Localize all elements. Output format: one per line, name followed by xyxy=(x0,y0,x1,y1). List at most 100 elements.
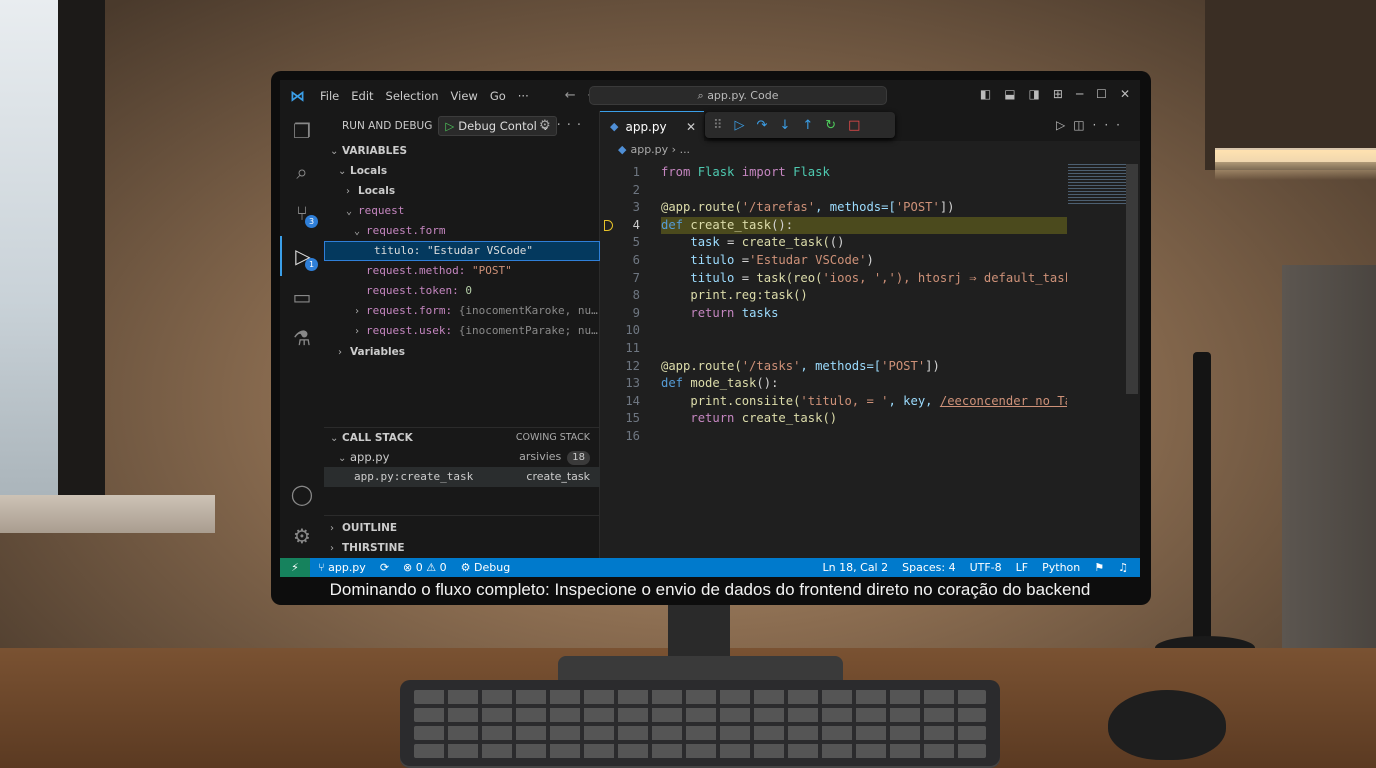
status-encoding[interactable]: UTF-8 xyxy=(970,558,1002,577)
run-file-icon[interactable]: ▷ xyxy=(1056,118,1073,132)
chevron-right-icon: › xyxy=(330,523,334,534)
call-stack-frame[interactable]: app.py:create_task create_task xyxy=(324,467,600,487)
status-bar: ⚡ ⑂ app.py ⟳ ⊗ 0 ⚠ 0 ⚙ Debug Ln 18, Cal … xyxy=(280,558,1140,577)
code-line: 15 return create_task() xyxy=(625,411,838,426)
customize-layout-icon[interactable]: ⊞ xyxy=(1053,87,1063,101)
thread-count-badge: 18 xyxy=(567,451,590,465)
code-line: 10 xyxy=(625,323,640,338)
code-editor[interactable]: 1 from Flask import Flask 2 3 @app.route('… xyxy=(600,164,1140,558)
more-actions-icon[interactable]: ··· xyxy=(1093,118,1128,132)
close-window-icon[interactable]: ✕ xyxy=(1120,87,1130,101)
menu-view[interactable]: View xyxy=(451,89,478,103)
status-branch[interactable]: ⑂ app.py xyxy=(318,558,366,577)
remote-explorer-icon[interactable]: ▭ xyxy=(280,277,324,317)
code-line: 8 print.reg:task() xyxy=(632,288,808,303)
settings-gear-icon[interactable]: ⚙ xyxy=(280,516,324,556)
status-debug[interactable]: ⚙ Debug xyxy=(461,558,511,577)
gear-icon[interactable]: ⚙ xyxy=(539,118,557,133)
toggle-panel-icon[interactable]: ⬓ xyxy=(1004,87,1015,101)
sidebar-title: RUN AND DEBUG xyxy=(342,120,433,132)
status-indentation[interactable]: Spaces: 4 xyxy=(902,558,955,577)
window-controls: ◧ ⬓ ◨ ⊞ ─ ☐ ✕ xyxy=(980,87,1130,101)
status-eol[interactable]: LF xyxy=(1016,558,1028,577)
stop-icon[interactable]: □ xyxy=(848,118,860,133)
command-center-search[interactable]: ⌕ app.py. Code xyxy=(589,86,887,105)
editor-actions: ▷◫··· xyxy=(1056,118,1128,132)
error-icon: ⊗ xyxy=(403,561,413,574)
python-file-icon: ◆ xyxy=(618,143,627,156)
status-language[interactable]: Python xyxy=(1042,558,1080,577)
tree-locals[interactable]: ⌄ Locals xyxy=(324,161,600,181)
feedback-icon[interactable]: ⚑ xyxy=(1094,558,1104,577)
tab-app-py[interactable]: ◆ app.py ✕ xyxy=(600,111,704,141)
menu-edit[interactable]: Edit xyxy=(351,89,373,103)
drag-handle-icon[interactable]: ⠿ xyxy=(713,118,723,133)
code-line: 7 titulo = task(reo('ioos, ','), htosrj … xyxy=(632,270,1067,285)
code-line: 9 return tasks xyxy=(632,305,779,320)
code-line: 2 xyxy=(632,182,640,197)
restart-icon[interactable]: ↻ xyxy=(825,118,836,133)
maximize-icon[interactable]: ☐ xyxy=(1096,87,1107,101)
call-stack-thread[interactable]: ⌄ app.py arsivies 18 xyxy=(324,447,600,467)
call-stack-section-header[interactable]: ⌄ CALL STACK COWING STACK xyxy=(324,428,600,448)
code-line: 13 def mode_task(): xyxy=(625,376,779,391)
variables-section-header[interactable]: ⌄ VARIABLES xyxy=(324,141,600,161)
account-icon[interactable]: ◯ xyxy=(280,474,324,514)
menu-selection[interactable]: Selection xyxy=(386,89,439,103)
tree-request-form[interactable]: ⌄ request.form xyxy=(324,221,600,241)
mouse xyxy=(1108,690,1226,760)
notifications-bell-icon[interactable]: ♫ xyxy=(1118,558,1128,577)
minimize-icon[interactable]: ─ xyxy=(1076,87,1083,101)
variable-request-form-2[interactable]: › request.form: {inocomentKaroke, nu… xyxy=(324,301,600,321)
tree-locals-child[interactable]: › Locals xyxy=(324,181,600,201)
start-debug-icon: ▷ xyxy=(445,119,455,133)
variable-titulo[interactable]: titulo: "Estudar VSCode" xyxy=(324,241,600,261)
activity-bar: ❐ ⌕ ⑂ 3 ▷ 1 ▭ ⚗ ◯ ⚙ xyxy=(280,111,324,558)
menu-file[interactable]: File xyxy=(320,89,339,103)
outline-section-header[interactable]: › OUITLINE xyxy=(324,518,600,538)
python-file-icon: ◆ xyxy=(610,120,619,133)
close-tab-icon[interactable]: ✕ xyxy=(686,120,696,134)
debug-toolbar: ⠿ ▷ ↷ ↓ ↑ ↻ □ xyxy=(705,112,895,138)
cabinet xyxy=(1282,265,1376,675)
run-debug-icon[interactable]: ▷ 1 xyxy=(280,236,324,276)
step-out-icon[interactable]: ↑ xyxy=(802,118,813,133)
editor-scrollbar[interactable] xyxy=(1126,164,1138,394)
video-caption: Dominando o fluxo completo: Inspecione o… xyxy=(329,580,1091,599)
tree-request[interactable]: ⌄ request xyxy=(324,201,600,221)
chevron-right-icon: › xyxy=(346,186,350,197)
source-control-badge: 3 xyxy=(305,215,318,228)
toggle-sidebar-icon[interactable]: ◧ xyxy=(980,87,991,101)
timeline-section-header[interactable]: › THIRSTINE xyxy=(324,538,600,558)
toggle-secondary-sidebar-icon[interactable]: ◨ xyxy=(1029,87,1040,101)
variable-request-token[interactable]: request.token: 0 xyxy=(324,281,600,301)
breadcrumb-file[interactable]: app.py xyxy=(630,143,668,156)
vscode-window: ⋈ File Edit Selection View Go ··· ←→ ⌕ a… xyxy=(280,80,1140,577)
code-line: 6 titulo ='Estudar VSCode') xyxy=(632,253,874,267)
status-problems[interactable]: ⊗ 0 ⚠ 0 xyxy=(403,558,447,577)
source-control-icon[interactable]: ⑂ 3 xyxy=(280,193,324,233)
run-debug-badge: 1 xyxy=(305,258,318,271)
testing-icon[interactable]: ⚗ xyxy=(280,318,324,358)
code-line: 12 @app.route('/tasks', methods=['POST']) xyxy=(625,358,940,373)
status-cursor-position[interactable]: Ln 18, Cal 2 xyxy=(823,558,889,577)
step-into-icon[interactable]: ↓ xyxy=(779,118,790,133)
chevron-down-icon: ⌄ xyxy=(338,166,347,177)
continue-icon[interactable]: ▷ xyxy=(735,118,745,133)
menu-more[interactable]: ··· xyxy=(518,89,529,103)
remote-indicator-icon[interactable]: ⚡ xyxy=(280,558,310,577)
breadcrumb-rest[interactable]: › ... xyxy=(672,143,690,156)
variable-request-usek[interactable]: › request.usek: {inocomentParake; nu… xyxy=(324,321,600,341)
minimap[interactable] xyxy=(1068,164,1126,204)
menu-go[interactable]: Go xyxy=(490,89,506,103)
code-line: 1 from Flask import Flask xyxy=(632,165,830,179)
keyboard xyxy=(400,680,1000,768)
tree-variables[interactable]: › Variables xyxy=(324,342,600,362)
step-over-icon[interactable]: ↷ xyxy=(757,118,768,133)
more-actions-icon[interactable]: ··· xyxy=(557,118,587,133)
sync-icon[interactable]: ⟳ xyxy=(380,558,389,577)
variable-request-method[interactable]: request.method: "POST" xyxy=(324,261,600,281)
explorer-icon[interactable]: ❐ xyxy=(280,111,324,151)
search-icon[interactable]: ⌕ xyxy=(280,152,324,192)
split-editor-icon[interactable]: ◫ xyxy=(1073,118,1092,132)
